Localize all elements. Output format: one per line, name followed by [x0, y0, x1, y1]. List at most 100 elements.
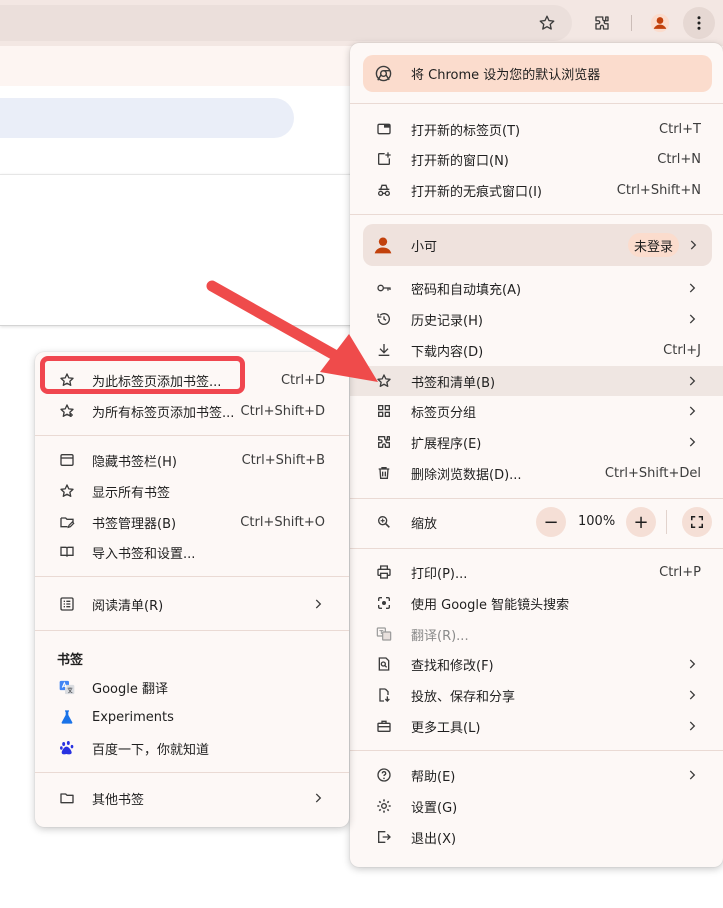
bookmarks-label: 书签和清单(B): [411, 375, 496, 391]
show-all-bookmarks-item[interactable]: 显示所有书签: [35, 476, 349, 506]
star-icon: [376, 373, 392, 389]
find-item[interactable]: 查找和修改(F): [350, 649, 723, 679]
history-item[interactable]: 历史记录(H): [350, 304, 723, 334]
default-browser-banner[interactable]: 将 Chrome 设为您的默认浏览器: [363, 55, 712, 92]
save-share-icon: [376, 687, 392, 703]
avatar-icon: [373, 235, 393, 255]
extensions-item[interactable]: 扩展程序(E): [350, 427, 723, 457]
print-item[interactable]: 打印(P)... Ctrl+P: [350, 557, 723, 587]
fullscreen-button[interactable]: [682, 507, 712, 537]
downloads-item[interactable]: 下载内容(D) Ctrl+J: [350, 335, 723, 365]
address-bar[interactable]: [0, 5, 572, 41]
more-tools-item[interactable]: 更多工具(L): [350, 711, 723, 741]
chevron-right-icon: [315, 793, 322, 803]
more-vert-icon: [697, 16, 701, 30]
clear-data-shortcut: Ctrl+Shift+Del: [604, 465, 701, 481]
star-icon: [539, 15, 555, 30]
page-search-pill: [0, 98, 294, 138]
chevron-right-icon: [689, 314, 696, 324]
more-menu-button[interactable]: [683, 7, 715, 39]
fullscreen-icon: [690, 515, 704, 529]
bookmark-manager-shortcut: Ctrl+Shift+O: [240, 514, 325, 530]
settings-label: 设置(G): [411, 800, 458, 816]
translate-item[interactable]: 翻译(R)...: [350, 619, 723, 649]
trash-icon: [376, 465, 392, 481]
menu-separator: [350, 103, 723, 104]
cast-save-share-label: 投放、保存和分享: [411, 689, 516, 705]
bookmark-experiments[interactable]: Experiments: [35, 702, 349, 732]
zoom-in-button[interactable]: +: [626, 507, 656, 537]
clear-data-item[interactable]: 删除浏览数据(D)... Ctrl+Shift+Del: [350, 458, 723, 488]
cast-save-share-item[interactable]: 投放、保存和分享: [350, 680, 723, 710]
zoom-value: 100%: [578, 514, 616, 529]
bookmark-star-button[interactable]: [531, 7, 563, 39]
zoom-icon: [376, 514, 392, 530]
find-page-icon: [376, 656, 392, 672]
show-all-bookmarks-label: 显示所有书签: [92, 485, 171, 501]
zoom-out-button[interactable]: −: [536, 507, 566, 537]
bookmark-baidu[interactable]: 百度一下，你就知道: [35, 733, 349, 763]
passwords-label: 密码和自动填充(A): [411, 282, 522, 298]
star-outline-icon: [59, 483, 75, 499]
tab-groups-item[interactable]: 标签页分组: [350, 396, 723, 426]
tab-groups-label: 标签页分组: [411, 405, 477, 421]
exit-item[interactable]: 退出(X): [350, 822, 723, 852]
hide-bookmarks-bar-item[interactable]: 隐藏书签栏(H) Ctrl+Shift+B: [35, 445, 349, 475]
settings-item[interactable]: 设置(G): [350, 791, 723, 821]
bookmark-label: Experiments: [92, 709, 174, 725]
bookmarks-bar-icon: [59, 452, 75, 468]
menu-separator: [350, 214, 723, 215]
chevron-right-icon: [686, 238, 700, 252]
passwords-item[interactable]: 密码和自动填充(A): [350, 273, 723, 303]
incognito-item[interactable]: 打开新的无痕式窗口(I) Ctrl+Shift+N: [350, 175, 723, 205]
hide-bookmarks-bar-label: 隐藏书签栏(H): [92, 454, 177, 470]
new-tab-shortcut: Ctrl+T: [659, 121, 701, 137]
bookmark-label: 百度一下，你就知道: [92, 742, 210, 758]
reading-list-icon: [59, 596, 75, 612]
reading-list-label: 阅读清单(R): [92, 598, 164, 614]
new-tab-item[interactable]: 打开新的标签页(T) Ctrl+T: [350, 114, 723, 144]
toolbar-separator: [631, 15, 632, 31]
key-icon: [376, 280, 392, 296]
new-tab-label: 打开新的标签页(T): [411, 123, 521, 139]
menu-separator: [350, 498, 723, 499]
download-icon: [376, 342, 392, 358]
grid-icon: [376, 403, 392, 419]
clear-data-label: 删除浏览数据(D)...: [411, 467, 522, 483]
new-window-item[interactable]: 打开新的窗口(N) Ctrl+N: [350, 144, 723, 174]
extensions-button[interactable]: [586, 7, 618, 39]
import-bookmarks-label: 导入书签和设置...: [92, 546, 196, 562]
new-window-icon: [376, 151, 392, 167]
zoom-divider: [666, 510, 667, 534]
bookmarks-item[interactable]: 书签和清单(B): [350, 366, 723, 396]
new-window-label: 打开新的窗口(N): [411, 153, 509, 169]
chevron-right-icon: [689, 283, 696, 293]
browser-toolbar: [0, 0, 723, 46]
hide-bookmarks-bar-shortcut: Ctrl+Shift+B: [241, 452, 325, 468]
menu-separator: [35, 630, 349, 631]
bookmark-google-translate[interactable]: Google 翻译: [35, 672, 349, 702]
history-label: 历史记录(H): [411, 313, 483, 329]
profile-button[interactable]: [644, 7, 676, 39]
extensions-label: 扩展程序(E): [411, 436, 482, 452]
profile-row[interactable]: 小可 未登录: [363, 224, 712, 266]
bookmark-label: Google 翻译: [92, 681, 168, 697]
bookmark-all-tabs-item[interactable]: 为所有标签页添加书签... Ctrl+Shift+D: [35, 396, 349, 426]
lens-item[interactable]: 使用 Google 智能镜头搜索: [350, 588, 723, 618]
reading-list-item[interactable]: 阅读清单(R): [35, 589, 349, 619]
incognito-label: 打开新的无痕式窗口(I): [411, 184, 542, 200]
chevron-right-icon: [689, 690, 696, 700]
menu-separator: [350, 750, 723, 751]
import-bookmarks-item[interactable]: 导入书签和设置...: [35, 537, 349, 567]
menu-separator: [350, 548, 723, 549]
lens-icon: [376, 595, 392, 611]
help-item[interactable]: 帮助(E): [350, 760, 723, 790]
translate-icon: [376, 626, 392, 642]
book-icon: [59, 544, 75, 560]
exit-label: 退出(X): [411, 831, 457, 847]
chevron-right-icon: [689, 437, 696, 447]
bookmark-manager-item[interactable]: 书签管理器(B) Ctrl+Shift+O: [35, 507, 349, 537]
chrome-main-menu: 将 Chrome 设为您的默认浏览器 打开新的标签页(T) Ctrl+T 打开新…: [350, 43, 723, 867]
translate-label: 翻译(R)...: [411, 628, 469, 644]
other-bookmarks-item[interactable]: 其他书签: [35, 783, 349, 813]
